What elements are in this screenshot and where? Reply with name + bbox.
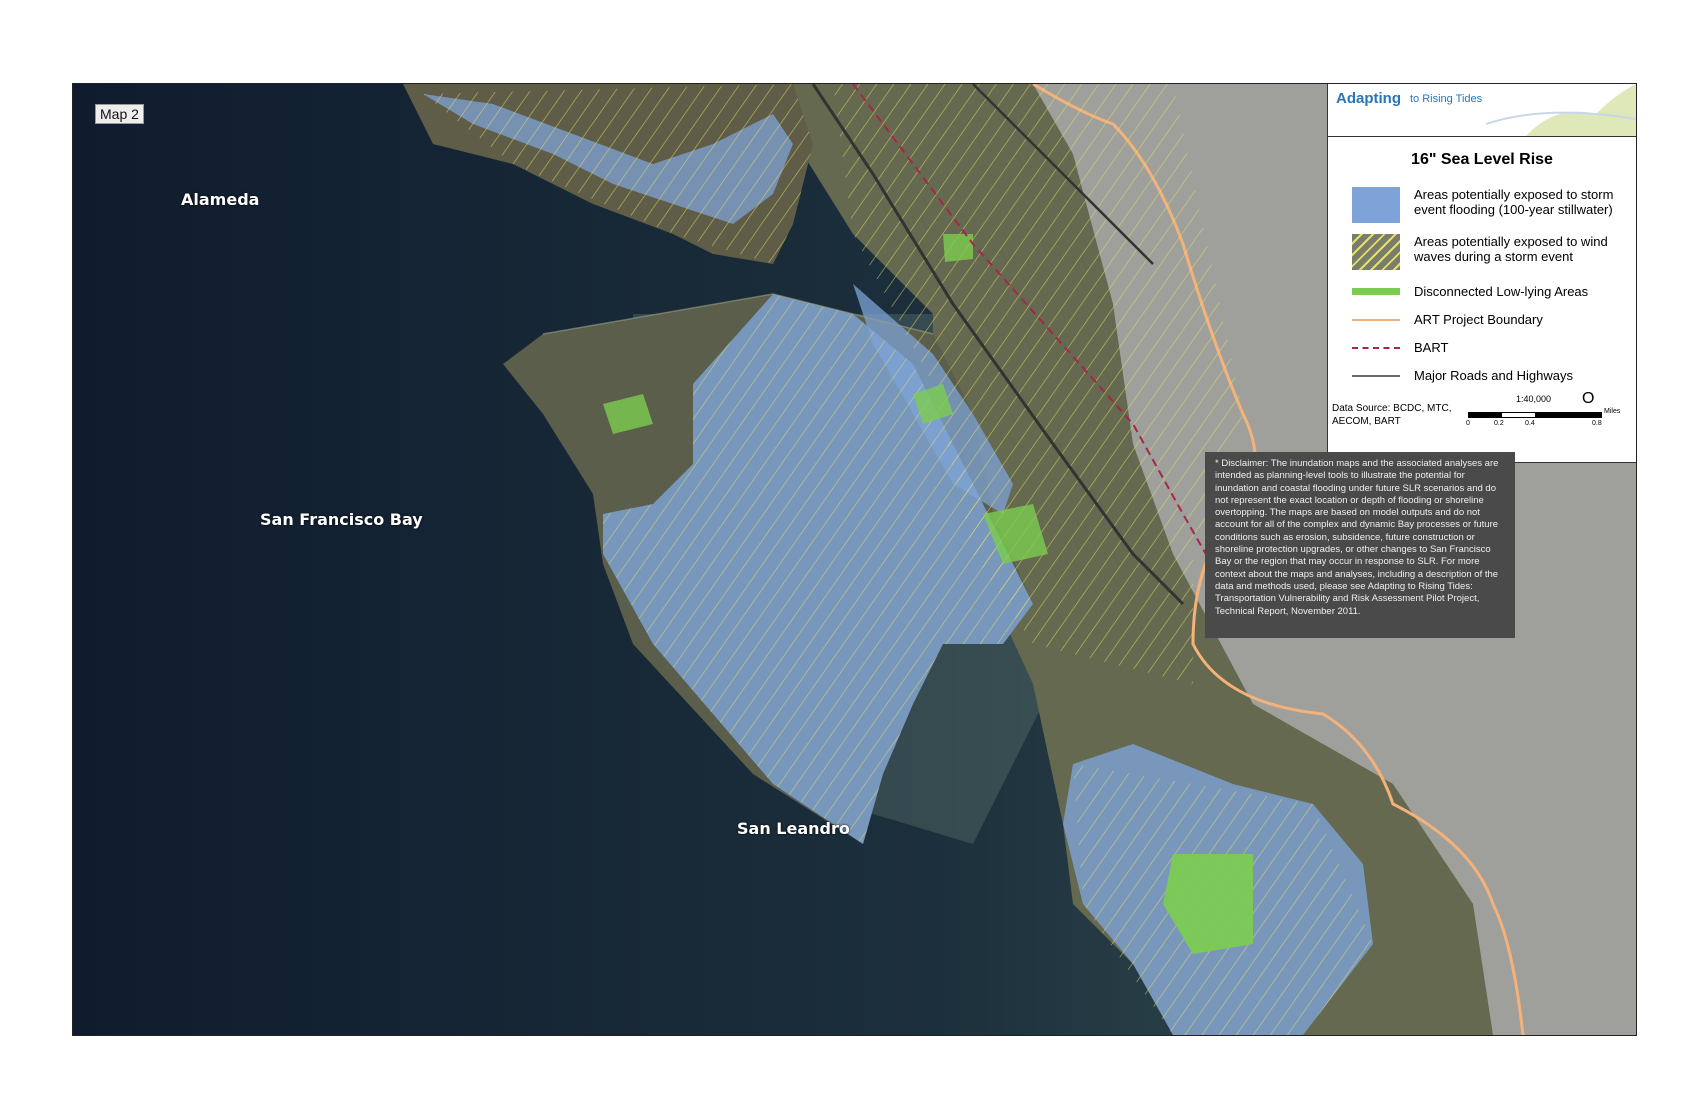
data-source-line: Data Source: BCDC, MTC, <box>1332 403 1452 414</box>
wind-wave-swatch <box>1352 234 1400 270</box>
map-number-tag: Map 2 <box>95 104 144 124</box>
legend-item-label: Areas potentially exposed to storm event… <box>1414 187 1614 217</box>
legend-item-label: ART Project Boundary <box>1414 312 1543 327</box>
legend-item-label: Disconnected Low-lying Areas <box>1414 284 1589 299</box>
flood-swatch <box>1352 187 1400 223</box>
scale-tick: 0.8 <box>1592 420 1602 427</box>
place-label-san-leandro: San Leandro <box>737 819 850 838</box>
legend-item-label: Major Roads and Highways <box>1414 368 1573 383</box>
legend-title: 16" Sea Level Rise <box>1411 151 1553 168</box>
logo-main-text: Adapting <box>1336 90 1401 107</box>
legend-item-label: Areas potentially exposed to wind waves … <box>1414 234 1608 264</box>
legend-item-lowlying: Disconnected Low-lying Areas <box>1352 284 1624 299</box>
north-arrow-icon: O <box>1582 390 1595 407</box>
logo-sub-text: to Rising Tides <box>1410 93 1483 105</box>
bay-area-inset-icon <box>1486 84 1636 136</box>
road-swatch <box>1352 375 1400 377</box>
scale-bar <box>1468 412 1602 418</box>
legend-item-bart: BART <box>1352 340 1624 355</box>
scale-tick: 0 <box>1466 420 1470 427</box>
place-label-sf-bay: San Francisco Bay <box>260 510 423 529</box>
legend-item-flooding: Areas potentially exposed to storm event… <box>1352 187 1624 223</box>
boundary-swatch <box>1352 319 1400 321</box>
map-frame[interactable]: Map 2 Alameda San Francisco Bay San Lean… <box>72 83 1637 1036</box>
map-legend: Adapting to Rising Tides 16" Sea Level R… <box>1327 84 1636 463</box>
data-source: Data Source: BCDC, MTC, AECOM, BART <box>1332 402 1451 428</box>
bart-swatch <box>1352 347 1400 349</box>
lowlying-area-4 <box>943 234 973 262</box>
art-logo: Adapting to Rising Tides <box>1328 84 1636 137</box>
legend-item-boundary: ART Project Boundary <box>1352 312 1624 327</box>
place-label-alameda: Alameda <box>181 190 260 209</box>
legend-item-roads: Major Roads and Highways <box>1352 368 1624 383</box>
data-source-line: AECOM, BART <box>1332 416 1401 427</box>
scale-tick: 0.4 <box>1525 420 1535 427</box>
scale-tick: 0.2 <box>1494 420 1504 427</box>
legend-item-label: BART <box>1414 340 1449 355</box>
scale-ratio: 1:40,000 <box>1516 394 1552 404</box>
disclaimer-box: * Disclaimer: The inundation maps and th… <box>1205 452 1515 638</box>
legend-item-wind-waves: Areas potentially exposed to wind waves … <box>1352 234 1624 270</box>
scale-unit: Miles <box>1604 408 1621 415</box>
lowlying-swatch <box>1352 288 1400 295</box>
